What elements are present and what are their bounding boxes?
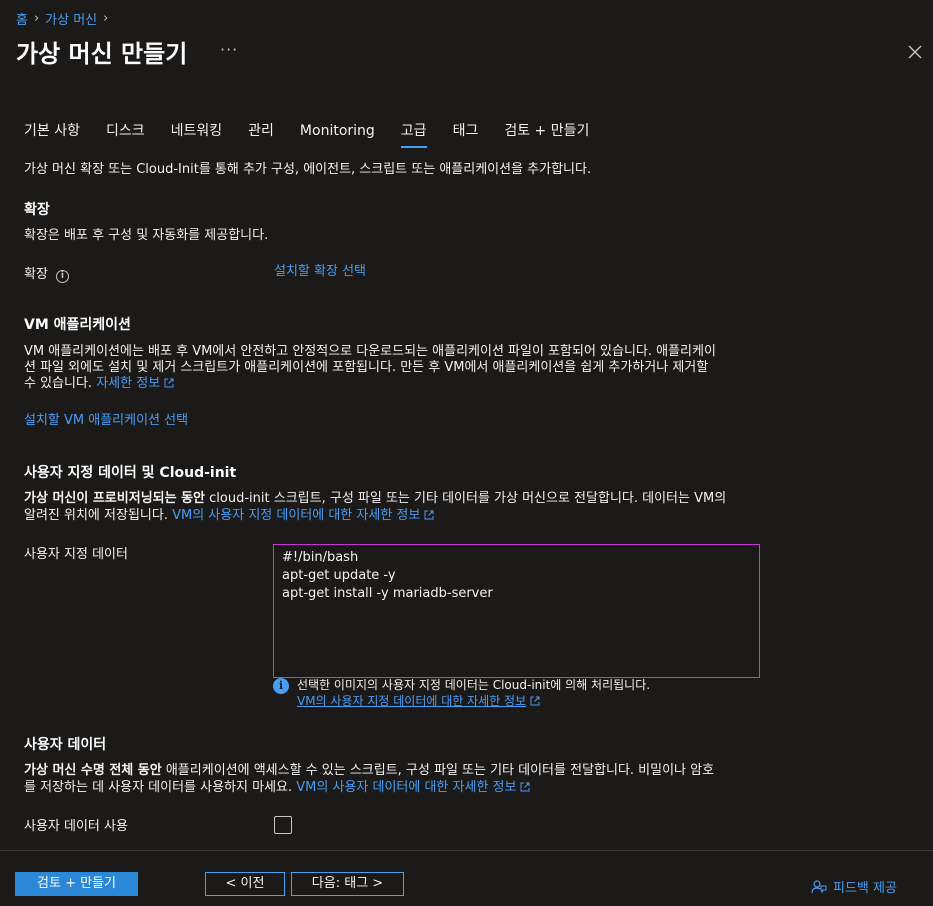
external-link-icon: [164, 378, 174, 388]
tab-management[interactable]: 관리: [248, 116, 274, 148]
select-vm-apps-link[interactable]: 설치할 VM 애플리케이션 선택: [24, 413, 188, 429]
close-icon[interactable]: [903, 40, 927, 64]
enable-user-data-checkbox[interactable]: [274, 816, 292, 834]
review-create-button[interactable]: 검토 + 만들기: [15, 872, 138, 896]
wizard-tabs: 기본 사항 디스크 네트워킹 관리 Monitoring 고급 태그 검토 + …: [24, 116, 615, 148]
custom-data-note-body: 선택한 이미지의 사용자 지정 데이터는 Cloud-init에 의해 처리됩니…: [297, 677, 650, 709]
external-link-icon: [424, 510, 434, 520]
breadcrumb-virtual-machines[interactable]: 가상 머신: [45, 9, 97, 28]
custom-data-line1-rest: cloud-init 스크립트, 구성 파일 또는 기타 데이터를 가상 머신으…: [205, 491, 727, 506]
vm-apps-heading: VM 애플리케이션: [24, 317, 131, 333]
custom-data-description-line1: 가상 머신이 프로비저닝되는 동안 cloud-init 스크립트, 구성 파일…: [24, 491, 726, 507]
user-data-label: 사용자 데이터 사용: [24, 819, 128, 834]
create-vm-page: 홈 › 가상 머신 › 가상 머신 만들기 ··· 기본 사항 디스크 네트워킹…: [0, 0, 933, 906]
custom-data-note-text: 선택한 이미지의 사용자 지정 데이터는 Cloud-init에 의해 처리됩니…: [297, 678, 651, 692]
tab-basics[interactable]: 기본 사항: [24, 116, 80, 148]
breadcrumb: 홈 › 가상 머신 ›: [16, 9, 114, 28]
tab-advanced[interactable]: 고급: [400, 116, 427, 148]
page-title: 가상 머신 만들기: [16, 40, 188, 68]
info-icon[interactable]: i: [55, 270, 69, 283]
breadcrumb-home[interactable]: 홈: [16, 9, 28, 28]
tab-disks[interactable]: 디스크: [106, 116, 145, 148]
feedback-icon: [811, 879, 827, 894]
vm-apps-line3-text: 수 있습니다.: [24, 376, 93, 391]
info-filled-icon: i: [273, 678, 289, 694]
tab-monitoring[interactable]: Monitoring: [300, 116, 375, 148]
user-data-line1-rest: 애플리케이션에 액세스할 수 있는 스크립트, 구성 파일 또는 기타 데이터를…: [161, 763, 715, 778]
custom-data-label: 사용자 지정 데이터: [24, 547, 128, 562]
feedback-label: 피드백 제공: [833, 881, 897, 896]
previous-button[interactable]: < 이전: [205, 872, 285, 896]
custom-data-description-line2: 알려진 위치에 저장됩니다. VM의 사용자 지정 데이터에 대한 자세한 정보: [24, 508, 434, 524]
custom-data-bold: 가상 머신이 프로비저닝되는 동안: [24, 491, 206, 506]
tab-tags[interactable]: 태그: [453, 116, 479, 148]
vm-apps-description-line1: VM 애플리케이션에는 배포 후 VM에서 안전하고 안정적으로 다운로드되는 …: [24, 344, 716, 359]
next-tags-button[interactable]: 다음: 태그 >: [291, 872, 404, 896]
chevron-right-icon: ›: [33, 11, 40, 26]
custom-data-textarea[interactable]: #!/bin/bash apt-get update -y apt-get in…: [273, 544, 760, 678]
external-link-icon: [530, 696, 540, 706]
extensions-description: 확장은 배포 후 구성 및 자동화를 제공합니다.: [24, 228, 269, 243]
custom-data-line2-text: 알려진 위치에 저장됩니다.: [24, 508, 168, 523]
select-extensions-link[interactable]: 설치할 확장 선택: [274, 264, 366, 280]
custom-data-note-link[interactable]: VM의 사용자 지정 데이터에 대한 자세한 정보: [297, 694, 526, 708]
vm-apps-description-line2: 션 파일 외에도 설치 및 제거 스크립트가 애플리케이션에 포함됩니다. 만든…: [24, 360, 709, 375]
extensions-label-text: 확장: [24, 267, 48, 282]
footer-bar: 검토 + 만들기 < 이전 다음: 태그 > 피드백 제공: [0, 850, 933, 906]
user-data-description-line1: 가상 머신 수명 전체 동안 애플리케이션에 액세스할 수 있는 스크립트, 구…: [24, 763, 714, 779]
vm-apps-learn-more-link[interactable]: 자세한 정보: [96, 376, 160, 391]
tab-networking[interactable]: 네트워킹: [171, 116, 223, 148]
more-options-icon[interactable]: ···: [220, 40, 238, 59]
external-link-icon: [520, 782, 530, 792]
user-data-line2-text: 를 저장하는 데 사용자 데이터를 사용하지 마세요.: [24, 780, 293, 795]
feedback-link[interactable]: 피드백 제공: [811, 877, 897, 896]
intro-text: 가상 머신 확장 또는 Cloud-Init를 통해 추가 구성, 에이전트, …: [24, 162, 592, 177]
user-data-heading: 사용자 데이터: [24, 737, 107, 753]
tab-review-create[interactable]: 검토 + 만들기: [504, 116, 589, 148]
vm-apps-description-line3: 수 있습니다. 자세한 정보: [24, 376, 174, 392]
custom-data-note-link-row: VM의 사용자 지정 데이터에 대한 자세한 정보: [297, 693, 650, 709]
user-data-learn-more-link[interactable]: VM의 사용자 데이터에 대한 자세한 정보: [296, 780, 516, 795]
user-data-bold: 가상 머신 수명 전체 동안: [24, 763, 162, 778]
user-data-description-line2: 를 저장하는 데 사용자 데이터를 사용하지 마세요. VM의 사용자 데이터에…: [24, 780, 530, 796]
extensions-label: 확장 i: [24, 267, 69, 283]
chevron-right-icon: ›: [103, 11, 109, 26]
extensions-heading: 확장: [24, 202, 50, 218]
custom-data-heading: 사용자 지정 데이터 및 Cloud-init: [24, 465, 237, 481]
custom-data-learn-more-link[interactable]: VM의 사용자 지정 데이터에 대한 자세한 정보: [172, 508, 420, 523]
